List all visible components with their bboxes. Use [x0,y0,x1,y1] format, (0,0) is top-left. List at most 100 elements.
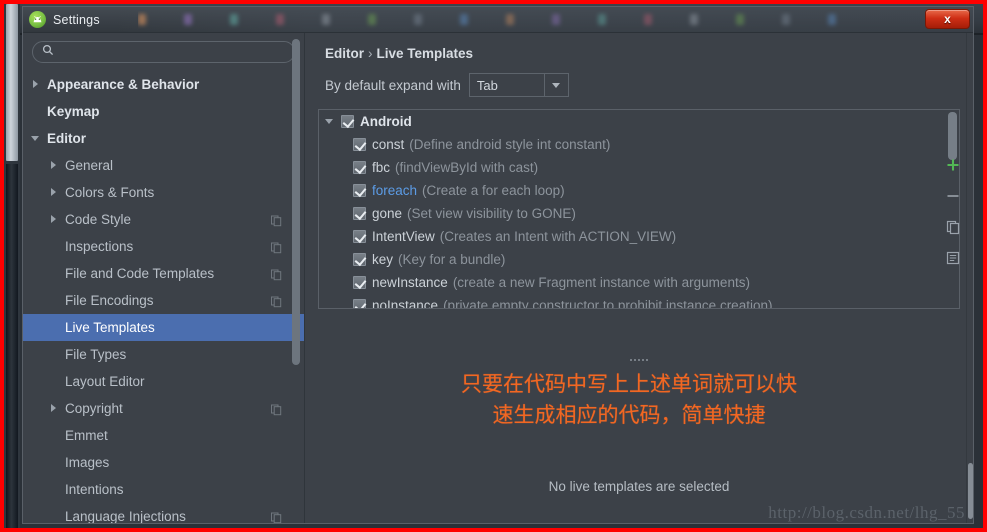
breadcrumb-root[interactable]: Editor [325,46,364,61]
dialog-title: Settings [53,12,100,27]
template-row[interactable]: fbc (findViewById with cast) [319,156,959,179]
titlebar-blur-icon [414,14,422,25]
sidebar-item-language-injections[interactable]: Language Injections [23,503,304,523]
sidebar-scrollbar-thumb[interactable] [292,39,300,365]
empty-state-message: No live templates are selected [548,479,730,494]
sidebar-item-label: General [65,158,114,173]
duplicate-template-button[interactable] [943,248,963,268]
sidebar-item-file-and-code-templates[interactable]: File and Code Templates [23,260,304,287]
template-description: (findViewById with cast) [395,160,539,175]
titlebar-blur-icon [460,14,468,25]
template-group-row[interactable]: Android [319,110,959,133]
copy-settings-icon [271,511,282,523]
template-row[interactable]: IntentView (Creates an Intent with ACTION… [319,225,959,248]
template-checkbox[interactable] [353,299,366,308]
chevron-down-icon[interactable] [31,133,42,144]
chevron-right-icon[interactable] [49,187,60,198]
template-list-scrollbar-thumb[interactable] [948,112,957,160]
annotation-line-1: 只要在代码中写上上述单词就可以快 [461,372,797,396]
search-box[interactable] [32,41,295,63]
template-checkbox[interactable] [353,138,366,151]
add-template-button[interactable] [943,155,963,175]
titlebar-blurred-icons [138,11,883,29]
sidebar-item-images[interactable]: Images [23,449,304,476]
annotation-text: 只要在代码中写上上述单词就可以快 速生成相应的代码，简单快捷 [305,369,973,431]
template-row[interactable]: noInstance (private empty constructor to … [319,294,959,309]
scrollbar-track-lower[interactable] [6,164,18,528]
sidebar-item-layout-editor[interactable]: Layout Editor [23,368,304,395]
sidebar-scrollbar[interactable] [292,39,300,517]
sidebar-item-keymap[interactable]: Keymap [23,98,304,125]
dialog-titlebar[interactable]: Settings x [23,7,973,33]
chevron-right-icon[interactable] [49,160,60,171]
remove-template-button[interactable] [943,186,963,206]
titlebar-blur-icon [782,14,790,25]
sidebar-item-intentions[interactable]: Intentions [23,476,304,503]
annotation-line-2: 速生成相应的代码，简单快捷 [492,403,766,427]
template-row[interactable]: newInstance (create a new Fragment instan… [319,271,959,294]
template-list[interactable]: Android const (Define android style int co… [318,109,960,309]
template-row[interactable]: gone (Set view visibility to GONE) [319,202,959,225]
template-name: newInstance [372,275,448,290]
template-name: Android [360,114,412,129]
template-list-rows: Android const (Define android style int co… [319,110,959,309]
template-description: (Define android style int constant) [409,137,611,152]
template-checkbox[interactable] [341,115,354,128]
close-button[interactable]: x [925,9,970,29]
desktop-scrollbar[interactable] [4,4,20,528]
sidebar-item-colors-fonts[interactable]: Colors & Fonts [23,179,304,206]
detail-scrollbar-thumb[interactable] [968,463,973,519]
scrollbar-thumb-upper[interactable] [6,4,18,161]
detail-scrollbar[interactable] [966,33,973,523]
sidebar-item-live-templates[interactable]: Live Templates [23,314,304,341]
copy-template-button[interactable] [943,217,963,237]
chevron-down-icon[interactable] [325,116,336,127]
sidebar-item-file-types[interactable]: File Types [23,341,304,368]
template-row[interactable]: const (Define android style int constant) [319,133,959,156]
sidebar-item-copyright[interactable]: Copyright [23,395,304,422]
sidebar-item-code-style[interactable]: Code Style [23,206,304,233]
sidebar-item-label: Emmet [65,428,108,443]
close-icon: x [944,12,951,26]
sidebar-item-emmet[interactable]: Emmet [23,422,304,449]
expand-with-row: By default expand with Tab [305,61,973,97]
search-input[interactable] [60,45,285,59]
settings-tree[interactable]: Appearance & Behavior Keymap Editor General… [23,69,304,523]
template-row[interactable]: foreach (Create a for each loop) [319,179,959,202]
titlebar-blur-icon [368,14,376,25]
titlebar-blur-icon [230,14,238,25]
sidebar-item-appearance-behavior[interactable]: Appearance & Behavior [23,71,304,98]
template-checkbox[interactable] [353,161,366,174]
chevron-down-icon[interactable] [543,74,568,96]
sidebar-item-label: File and Code Templates [65,266,215,281]
chevron-right-icon[interactable] [31,79,42,90]
template-description: (private empty constructor to prohibit i… [443,298,773,309]
sidebar-item-editor[interactable]: Editor [23,125,304,152]
sidebar-item-label: Copyright [65,401,123,416]
template-row[interactable]: key (Key for a bundle) [319,248,959,271]
template-description: (create a new Fragment instance with arg… [452,275,750,290]
template-checkbox[interactable] [353,253,366,266]
copy-settings-icon [271,241,282,253]
breadcrumb: Editor › Live Templates [305,33,973,61]
chevron-right-icon[interactable] [49,403,60,414]
sidebar-item-inspections[interactable]: Inspections [23,233,304,260]
copy-settings-icon [271,295,282,307]
template-checkbox[interactable] [353,276,366,289]
sidebar-item-label: Appearance & Behavior [47,77,200,92]
sidebar-item-file-encodings[interactable]: File Encodings [23,287,304,314]
chevron-right-icon[interactable] [49,214,60,225]
sidebar-item-label: Language Injections [65,509,186,523]
expand-with-select[interactable]: Tab [468,73,569,97]
template-checkbox[interactable] [353,230,366,243]
copy-settings-icon [271,268,282,280]
live-templates-panel: Editor › Live Templates By default expand … [305,33,973,523]
template-checkbox[interactable] [353,184,366,197]
panel-splitter[interactable] [305,355,973,364]
template-checkbox[interactable] [353,207,366,220]
sidebar-item-general[interactable]: General [23,152,304,179]
settings-dialog: Settings x Appearance & Behavior Keymap … [22,6,974,524]
